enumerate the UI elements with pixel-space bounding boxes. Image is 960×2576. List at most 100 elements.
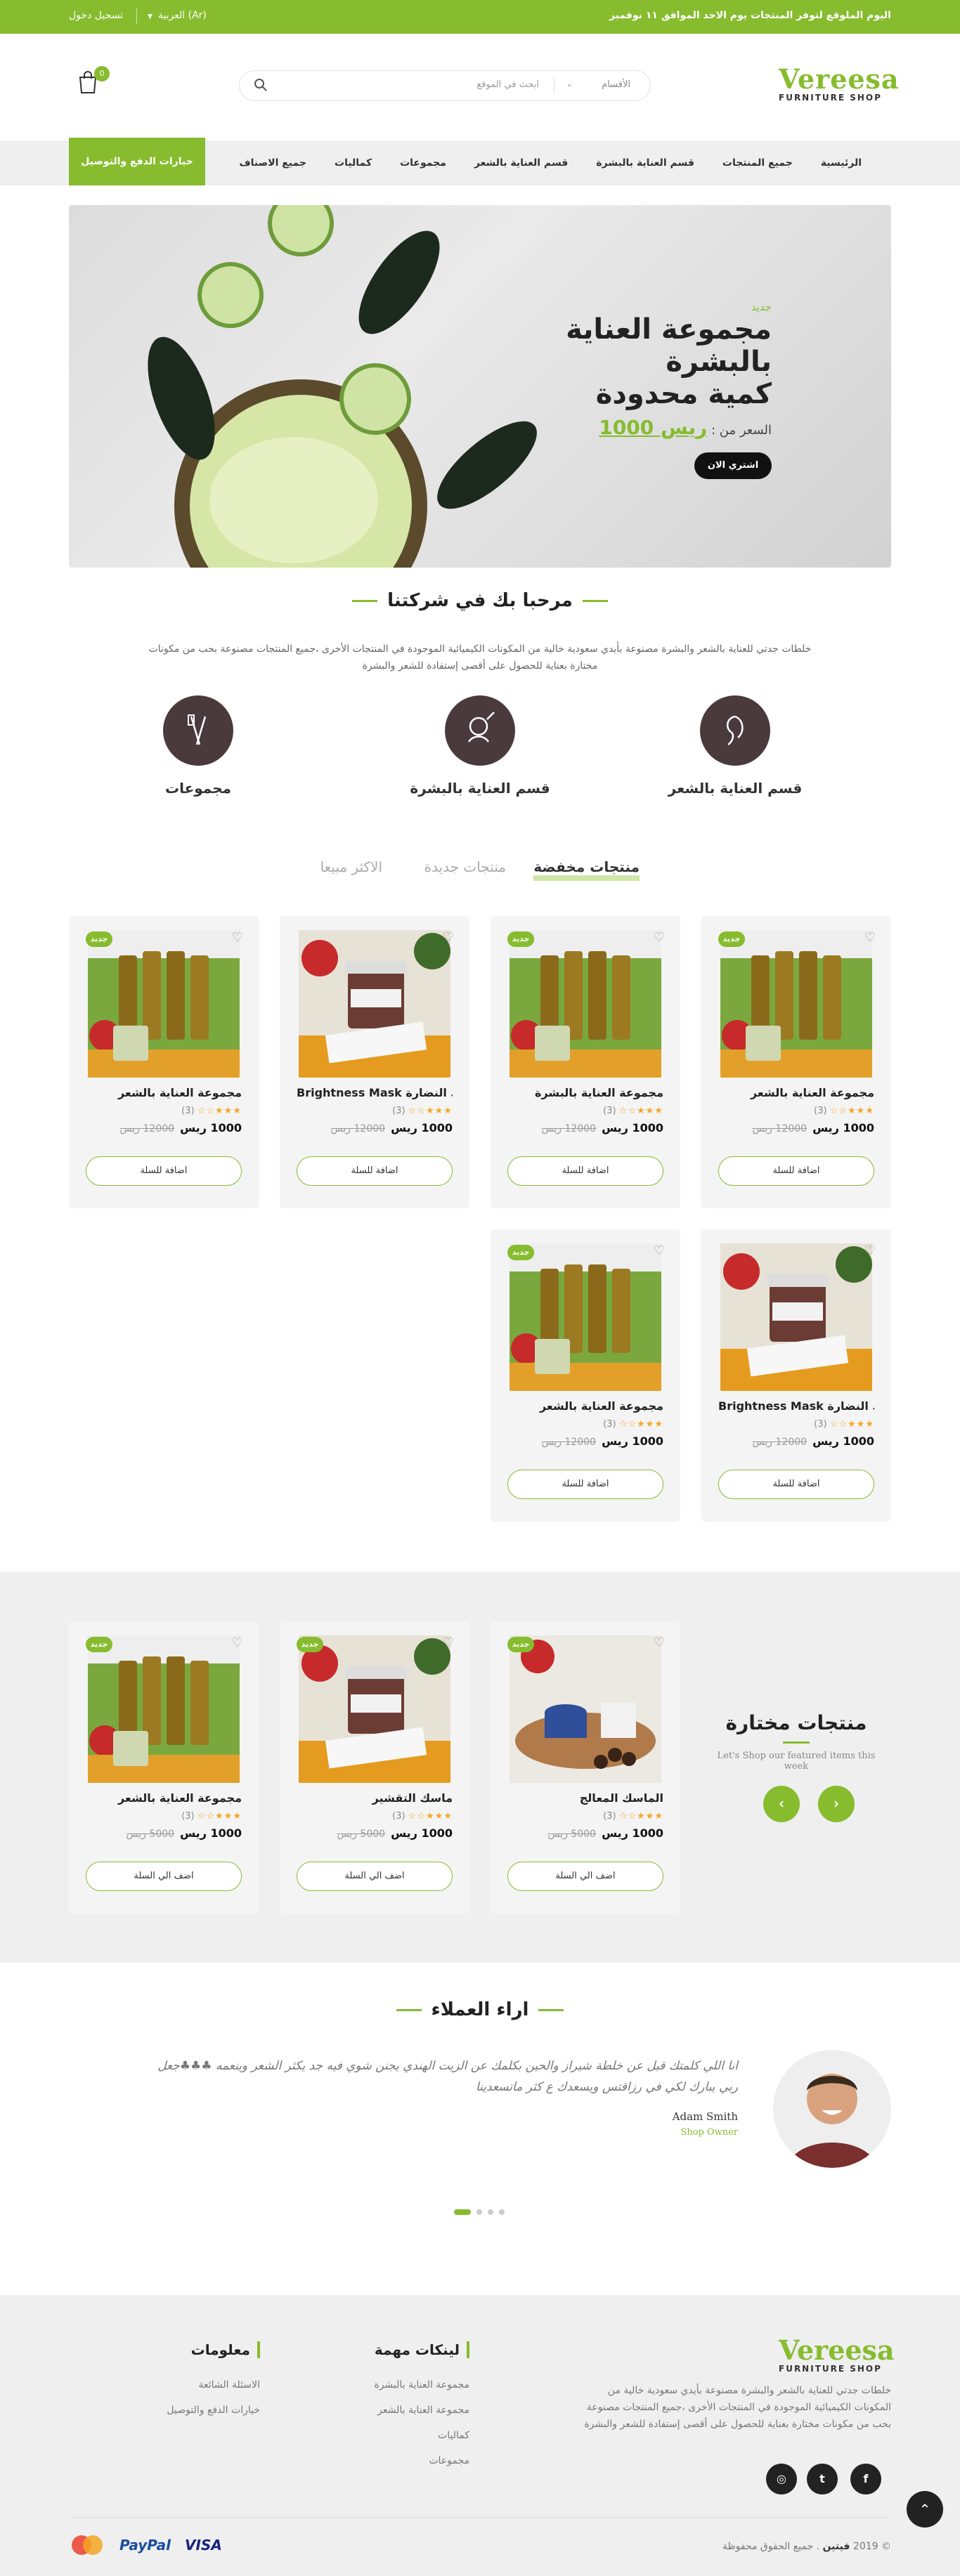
new-badge: جديد — [507, 1245, 534, 1260]
product-image[interactable] — [510, 1243, 661, 1391]
product-card[interactable]: جديد ♡ مجموعة العناية بالشعر ★★★☆☆ (3) 1000 … — [701, 916, 891, 1208]
product-card[interactable]: جديد ♡ مجموعة العناية بالشعر ★★★☆☆ (3) 1000 … — [491, 1229, 680, 1522]
add-to-cart-button[interactable]: اضف الي السلة — [297, 1862, 453, 1891]
footer-link[interactable]: مجموعة العناية بالشعر — [374, 2398, 469, 2423]
product-image[interactable] — [720, 930, 872, 1078]
new-badge: جديد — [507, 931, 534, 947]
payment-delivery-button[interactable]: خيارات الدفع والتوصيل — [69, 138, 205, 185]
title-line — [352, 600, 378, 602]
footer-link[interactable]: خيارات الدفع والتوصيل — [167, 2398, 260, 2423]
tab-bestsellers[interactable]: الاكثر مبيعا — [320, 858, 382, 875]
footer-link[interactable]: مجموعات — [374, 2448, 469, 2473]
heart-icon[interactable]: ♡ — [654, 1243, 665, 1258]
cart-button[interactable]: 0 — [77, 66, 110, 97]
heart-icon[interactable]: ♡ — [864, 1243, 876, 1258]
site-logo[interactable]: Vereesa FURNITURE SHOP — [779, 63, 900, 103]
add-to-cart-button[interactable]: اضافة للسلة — [507, 1156, 663, 1186]
product-image[interactable] — [88, 1635, 240, 1783]
heart-icon[interactable]: ♡ — [864, 930, 876, 945]
product-name[interactable]: ماسك التقشير — [297, 1791, 453, 1805]
language-selector[interactable]: ▼ العربية (Ar) — [148, 10, 207, 21]
next-arrow-button[interactable]: › — [818, 1786, 855, 1822]
nav-item-all-categories[interactable]: جميع الاصناف — [239, 157, 306, 169]
nav-item-all-products[interactable]: جميع المنتجات — [722, 157, 793, 169]
product-card[interactable]: ♡ Brightness Mask ماسك النضارة ★★★☆☆ (3) 10… — [280, 916, 469, 1208]
product-name[interactable]: Brightness Mask ماسك النضارة — [297, 1086, 453, 1099]
nav-item-collections[interactable]: مجموعات — [400, 157, 446, 169]
prev-arrow-button[interactable]: ‹ — [763, 1786, 800, 1822]
top-bar: اليوم الملوقع لتوفر المنتجات يوم الاحد ا… — [0, 0, 960, 34]
carousel-dot-active[interactable] — [454, 2209, 471, 2215]
logo-sub: FURNITURE SHOP — [779, 2364, 882, 2374]
facebook-icon[interactable]: f — [850, 2464, 881, 2495]
add-to-cart-button[interactable]: اضافة للسلة — [718, 1470, 874, 1499]
site-footer: Vereesa FURNITURE SHOP خلطات جدتي للعناي… — [0, 2295, 960, 2576]
add-to-cart-button[interactable]: اضف الي السلة — [86, 1862, 242, 1891]
product-card[interactable]: جديد ♡ ماسك التقشير ★★★☆☆ (3) 1000 ريس 5000 ر… — [280, 1621, 469, 1914]
logo-main: Vereesa — [779, 63, 900, 95]
twitter-icon[interactable]: t — [807, 2464, 838, 2495]
product-name[interactable]: مجموعة العناية بالشعر — [86, 1086, 242, 1099]
heart-icon[interactable]: ♡ — [654, 930, 665, 945]
buy-now-button[interactable]: اشتري الان — [694, 452, 772, 479]
product-name[interactable]: الماسك المعالج — [507, 1791, 663, 1805]
footer-link[interactable]: الاسئلة الشائعة — [167, 2372, 261, 2398]
search-input[interactable]: ابحث في الموقع — [476, 79, 539, 90]
carousel-dot[interactable] — [499, 2209, 505, 2215]
heart-icon[interactable]: ♡ — [232, 1635, 243, 1650]
heart-icon[interactable]: ♡ — [654, 1635, 665, 1650]
product-card[interactable]: جديد ♡ الماسك المعالج ★★★☆☆ (3) 1000 ريس 5000… — [491, 1621, 680, 1914]
new-badge: جديد — [297, 1637, 323, 1652]
footer-link[interactable]: مجموعة العناية بالبشرة — [374, 2372, 469, 2398]
tab-discounted[interactable]: منتجات مخفضة — [533, 858, 640, 881]
carousel-dot[interactable] — [488, 2209, 493, 2215]
nav-item-home[interactable]: الرئيسية — [821, 157, 862, 169]
add-to-cart-button[interactable]: اضافة للسلة — [86, 1156, 242, 1186]
star-rating-icon: ★★★☆☆ — [197, 1811, 242, 1822]
login-link[interactable]: تسجيل دخول — [69, 10, 123, 21]
title-line — [538, 2009, 564, 2011]
product-name[interactable]: مجموعة العناية بالشعر — [86, 1791, 242, 1805]
heart-icon[interactable]: ♡ — [443, 1635, 454, 1650]
hero-title: مجموعة العناية بالبشرة كمية محدودة — [561, 313, 772, 410]
heart-icon[interactable]: ♡ — [443, 930, 454, 945]
product-name[interactable]: مجموعة العناية بالشعر — [507, 1399, 663, 1413]
product-card[interactable]: جديد ♡ مجموعة العناية بالشعر ★★★☆☆ (3) 1000 … — [69, 916, 259, 1208]
tab-new[interactable]: منتجات جديدة — [424, 858, 506, 875]
product-image[interactable] — [88, 930, 240, 1078]
product-image[interactable] — [510, 930, 661, 1078]
testimonials-title: اراء العملاء — [0, 1999, 960, 2020]
carousel-dot[interactable] — [476, 2209, 482, 2215]
instagram-icon[interactable]: ◎ — [766, 2464, 797, 2495]
add-to-cart-button[interactable]: اضافة للسلة — [297, 1156, 453, 1186]
product-card[interactable]: جديد ♡ مجموعة العناية بالشعر ★★★☆☆ (3) 1000 … — [69, 1621, 259, 1914]
search-icon[interactable] — [254, 78, 268, 95]
product-image[interactable] — [299, 930, 450, 1078]
feature-haircare[interactable]: قسم العناية بالشعر — [644, 695, 826, 797]
footer-logo[interactable]: Vereesa FURNITURE SHOP — [779, 2337, 895, 2374]
old-price: 5000 ريس — [337, 1829, 386, 1840]
search-category-select[interactable]: الأقسام — [602, 79, 630, 90]
add-to-cart-button[interactable]: اضافة للسلة — [507, 1470, 663, 1499]
product-card[interactable]: ♡ Brightness Mask ماسك النضارة ★★★☆☆ (3) 10… — [701, 1229, 891, 1522]
product-name[interactable]: مجموعة العناية بالشعر — [718, 1086, 874, 1099]
feature-collections[interactable]: مجموعات — [107, 695, 290, 797]
nav-item-haircare[interactable]: قسم العناية بالشعر — [474, 157, 568, 169]
product-card[interactable]: جديد ♡ مجموعة العناية بالبشرة ★★★☆☆ (3) 1000… — [491, 916, 680, 1208]
heart-icon[interactable]: ♡ — [232, 930, 243, 945]
nav-item-skincare[interactable]: قسم العناية بالبشرة — [596, 157, 694, 169]
add-to-cart-button[interactable]: اضافة للسلة — [718, 1156, 874, 1186]
product-image[interactable] — [299, 1635, 450, 1783]
product-name[interactable]: مجموعة العناية بالبشرة — [507, 1086, 663, 1099]
product-name[interactable]: Brightness Mask ماسك النضارة — [718, 1399, 874, 1413]
footer-link[interactable]: كماليات — [374, 2423, 469, 2448]
product-rating: ★★★☆☆ (3) — [181, 1106, 242, 1116]
scroll-to-top-button[interactable]: ⌃ — [907, 2491, 943, 2528]
product-image[interactable] — [510, 1635, 661, 1783]
add-to-cart-button[interactable]: اضف الي السلة — [507, 1862, 663, 1891]
copyright-text: . جميع الحقوق محفوظة — [722, 2541, 820, 2552]
product-image[interactable] — [720, 1243, 872, 1391]
current-price: 1000 ريس — [391, 1121, 453, 1135]
feature-skincare[interactable]: قسم العناية بالبشرة — [389, 695, 571, 797]
nav-item-accessories[interactable]: كماليات — [335, 157, 372, 169]
